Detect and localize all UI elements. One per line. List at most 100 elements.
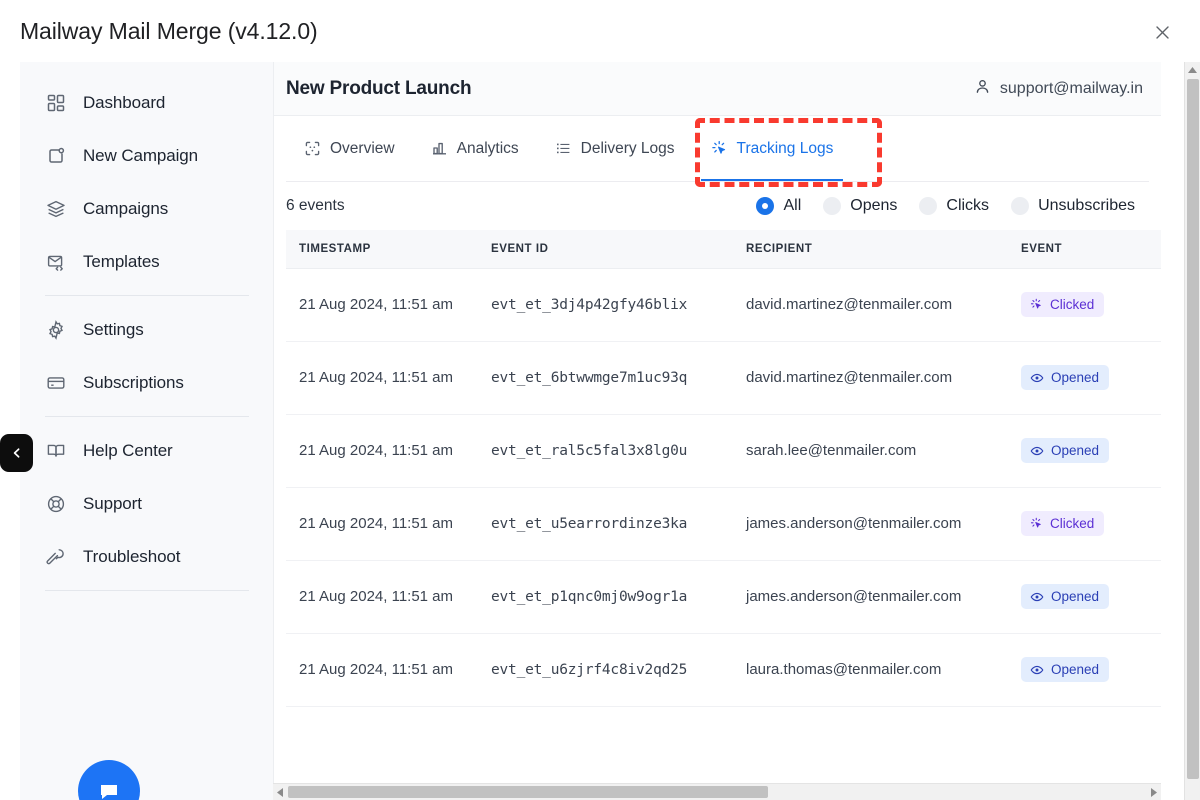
radio-label: Opens xyxy=(850,197,897,215)
tab-label: Tracking Logs xyxy=(737,140,834,158)
status-badge: Clicked xyxy=(1021,511,1104,536)
sidebar-item-troubleshoot[interactable]: Troubleshoot xyxy=(20,530,273,583)
user-icon xyxy=(974,78,991,100)
main-header: New Product Launch support@mailway.in xyxy=(274,62,1161,116)
filter-row: 6 events All Opens Clicks xyxy=(274,182,1161,230)
tab-label: Overview xyxy=(330,140,395,158)
column-header-event-id[interactable]: EVENT ID xyxy=(491,230,746,268)
chat-support-button[interactable] xyxy=(78,760,140,800)
app-window: Mailway Mail Merge (v4.12.0) Dashboard xyxy=(0,0,1200,800)
templates-envelope-code-icon xyxy=(45,251,67,273)
cell-event-id: evt_et_p1qnc0mj0w9ogr1a xyxy=(491,589,687,605)
sidebar-item-subscriptions[interactable]: Subscriptions xyxy=(20,356,273,409)
sidebar-collapse-button[interactable] xyxy=(0,434,33,472)
table-head: TIMESTAMP EVENT ID RECIPIENT EVENT xyxy=(286,230,1161,268)
radio-label: Clicks xyxy=(946,197,989,215)
radio-clicks[interactable]: Clicks xyxy=(919,197,989,215)
table-body: 21 Aug 2024, 11:51 am evt_et_3dj4p42gfy4… xyxy=(286,268,1161,706)
radio-dot-icon xyxy=(756,197,774,215)
sidebar-item-new-campaign[interactable]: New Campaign xyxy=(20,129,273,182)
account-email: support@mailway.in xyxy=(1000,80,1143,98)
tab-label: Analytics xyxy=(457,140,519,158)
main-panel: New Product Launch support@mailway.in xyxy=(273,62,1161,800)
horizontal-scrollbar[interactable] xyxy=(273,783,1161,800)
horizontal-scroll-thumb[interactable] xyxy=(288,786,768,798)
cell-recipient: james.anderson@tenmailer.com xyxy=(746,515,961,532)
tab-delivery-logs[interactable]: Delivery Logs xyxy=(537,116,693,181)
cell-event-id: evt_et_u5earrordinze3ka xyxy=(491,516,687,532)
tab-label: Delivery Logs xyxy=(581,140,675,158)
tab-tracking-logs[interactable]: Tracking Logs xyxy=(693,116,852,181)
status-badge: Opened xyxy=(1021,365,1109,390)
scroll-left-arrow-icon[interactable] xyxy=(273,788,288,797)
tab-analytics[interactable]: Analytics xyxy=(413,116,537,181)
status-badge-label: Opened xyxy=(1051,370,1099,385)
tabs-container: Overview Analytics xyxy=(274,116,1161,182)
cell-timestamp: 21 Aug 2024, 11:51 am xyxy=(299,442,453,459)
horizontal-scroll-track[interactable] xyxy=(288,784,1146,800)
tab-bar: Overview Analytics xyxy=(286,116,1149,182)
cell-recipient: sarah.lee@tenmailer.com xyxy=(746,442,916,459)
title-bar: Mailway Mail Merge (v4.12.0) xyxy=(0,0,1200,62)
status-badge-label: Opened xyxy=(1051,589,1099,604)
sidebar-divider xyxy=(45,416,249,417)
page-title: New Product Launch xyxy=(286,78,471,100)
status-badge-label: Opened xyxy=(1051,662,1099,677)
radio-all[interactable]: All xyxy=(756,197,801,215)
cell-timestamp: 21 Aug 2024, 11:51 am xyxy=(299,661,453,678)
click-cursor-icon xyxy=(1030,517,1043,530)
new-campaign-icon xyxy=(45,145,67,167)
tab-overview[interactable]: Overview xyxy=(286,116,413,181)
sidebar-item-templates[interactable]: Templates xyxy=(20,235,273,288)
bar-chart-icon xyxy=(431,140,448,157)
sidebar-item-label: Subscriptions xyxy=(83,373,184,393)
eye-icon xyxy=(1030,663,1044,677)
cell-event-id: evt_et_u6zjrf4c8iv2qd25 xyxy=(491,662,687,678)
cell-recipient: laura.thomas@tenmailer.com xyxy=(746,661,941,678)
vertical-scrollbar[interactable] xyxy=(1184,62,1200,800)
vertical-scroll-thumb[interactable] xyxy=(1187,79,1199,779)
sidebar-item-dashboard[interactable]: Dashboard xyxy=(20,76,273,129)
table-row[interactable]: 21 Aug 2024, 11:51 am evt_et_p1qnc0mj0w9… xyxy=(286,560,1161,633)
status-badge: Opened xyxy=(1021,657,1109,682)
table-row[interactable]: 21 Aug 2024, 11:51 am evt_et_ral5c5fal3x… xyxy=(286,414,1161,487)
table-header-row: TIMESTAMP EVENT ID RECIPIENT EVENT xyxy=(286,230,1161,268)
radio-opens[interactable]: Opens xyxy=(823,197,897,215)
column-header-event[interactable]: EVENT xyxy=(1021,230,1161,268)
sidebar-item-help-center[interactable]: Help Center xyxy=(20,424,273,477)
sidebar-item-label: Settings xyxy=(83,320,144,340)
cell-recipient: david.martinez@tenmailer.com xyxy=(746,296,952,313)
eye-icon xyxy=(1030,590,1044,604)
table-row[interactable]: 21 Aug 2024, 11:51 am evt_et_u6zjrf4c8iv… xyxy=(286,633,1161,706)
scroll-up-arrow-icon[interactable] xyxy=(1185,62,1200,78)
table-row[interactable]: 21 Aug 2024, 11:51 am evt_et_3dj4p42gfy4… xyxy=(286,268,1161,341)
radio-unsubscribes[interactable]: Unsubscribes xyxy=(1011,197,1135,215)
events-count: 6 events xyxy=(286,197,345,215)
status-badge-label: Clicked xyxy=(1050,516,1094,531)
table-row[interactable]: 21 Aug 2024, 11:51 am evt_et_u5earrordin… xyxy=(286,487,1161,560)
cell-event-id: evt_et_6btwwmge7m1uc93q xyxy=(491,370,687,386)
account-menu[interactable]: support@mailway.in xyxy=(974,78,1143,100)
cell-recipient: james.anderson@tenmailer.com xyxy=(746,588,961,605)
sidebar-item-label: Support xyxy=(83,494,142,514)
sidebar-item-campaigns[interactable]: Campaigns xyxy=(20,182,273,235)
column-header-recipient[interactable]: RECIPIENT xyxy=(746,230,1021,268)
scroll-right-arrow-icon[interactable] xyxy=(1146,788,1161,797)
cell-recipient: david.martinez@tenmailer.com xyxy=(746,369,952,386)
wrench-icon xyxy=(45,546,67,568)
radio-dot-icon xyxy=(1011,197,1029,215)
sidebar-item-settings[interactable]: Settings xyxy=(20,303,273,356)
table-row[interactable]: 21 Aug 2024, 11:51 am evt_et_6btwwmge7m1… xyxy=(286,341,1161,414)
radio-dot-icon xyxy=(919,197,937,215)
column-header-timestamp[interactable]: TIMESTAMP xyxy=(286,230,491,268)
sidebar-item-support[interactable]: Support xyxy=(20,477,273,530)
campaigns-layers-icon xyxy=(45,198,67,220)
card-icon xyxy=(45,372,67,394)
sidebar-item-label: Dashboard xyxy=(83,93,165,113)
gear-icon xyxy=(45,319,67,341)
click-cursor-icon xyxy=(1030,298,1043,311)
close-icon[interactable] xyxy=(1150,20,1174,44)
sidebar-item-label: Templates xyxy=(83,252,160,272)
event-filter-radio-group: All Opens Clicks Unsubscribes xyxy=(756,197,1135,215)
book-icon xyxy=(45,440,67,462)
